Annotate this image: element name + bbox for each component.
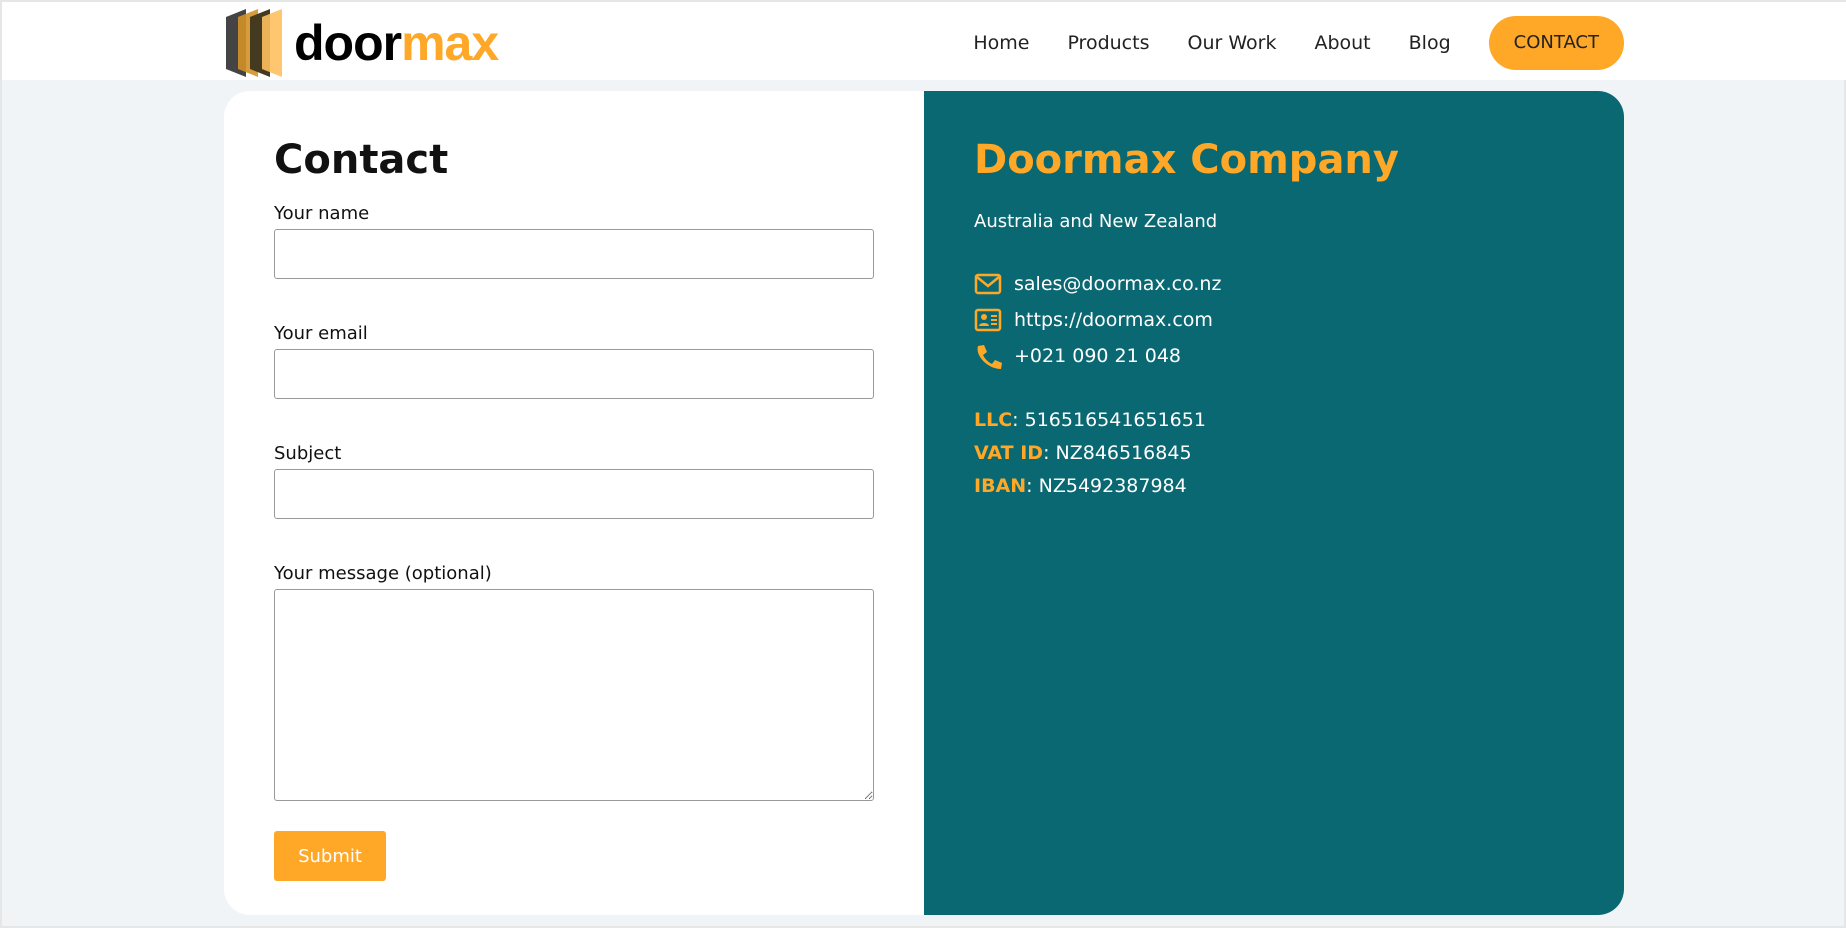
id-card-icon [974, 308, 1002, 332]
contact-form: Contact Your name Your email Subject You… [224, 91, 924, 915]
nav-blog[interactable]: Blog [1409, 32, 1451, 54]
nav-home[interactable]: Home [973, 32, 1029, 54]
website-row: https://doormax.com [974, 302, 1574, 338]
phone-icon [977, 345, 1002, 369]
logo-text: doormax [294, 15, 499, 71]
company-phone[interactable]: +021 090 21 048 [1014, 345, 1181, 367]
llc-row: LLC: 516516541651651 [974, 409, 1206, 431]
email-input[interactable] [274, 349, 874, 399]
envelope-icon [974, 273, 1002, 295]
page-title: Contact [274, 137, 449, 183]
door-logo-icon [226, 9, 282, 77]
top-nav: doormax Home Products Our Work About Blo… [2, 2, 1846, 80]
main-menu: Home Products Our Work About Blog CONTAC… [973, 16, 1624, 70]
contact-card: Contact Your name Your email Subject You… [224, 91, 1624, 915]
submit-button[interactable]: Submit [274, 831, 386, 881]
company-website[interactable]: https://doormax.com [1014, 309, 1213, 331]
message-textarea[interactable] [274, 589, 874, 801]
company-name: Doormax Company [974, 137, 1399, 183]
company-email[interactable]: sales@doormax.co.nz [1014, 273, 1221, 295]
name-input[interactable] [274, 229, 874, 279]
logo[interactable]: doormax [226, 8, 499, 78]
nav-our-work[interactable]: Our Work [1187, 32, 1276, 54]
nav-products[interactable]: Products [1067, 32, 1149, 54]
nav-contact-button[interactable]: CONTACT [1488, 16, 1624, 70]
message-label: Your message (optional) [274, 563, 492, 584]
iban-row: IBAN: NZ5492387984 [974, 475, 1187, 497]
subject-label: Subject [274, 443, 342, 464]
email-label: Your email [274, 323, 368, 344]
phone-row: +021 090 21 048 [974, 338, 1574, 374]
vat-row: VAT ID: NZ846516845 [974, 442, 1192, 464]
name-label: Your name [274, 203, 370, 224]
company-region: Australia and New Zealand [974, 211, 1218, 232]
email-row: sales@doormax.co.nz [974, 266, 1574, 302]
company-info-panel: Doormax Company Australia and New Zealan… [924, 91, 1624, 915]
company-ids: LLC: 516516541651651 VAT ID: NZ846516845… [974, 404, 1574, 503]
subject-input[interactable] [274, 469, 874, 519]
nav-about[interactable]: About [1314, 32, 1370, 54]
